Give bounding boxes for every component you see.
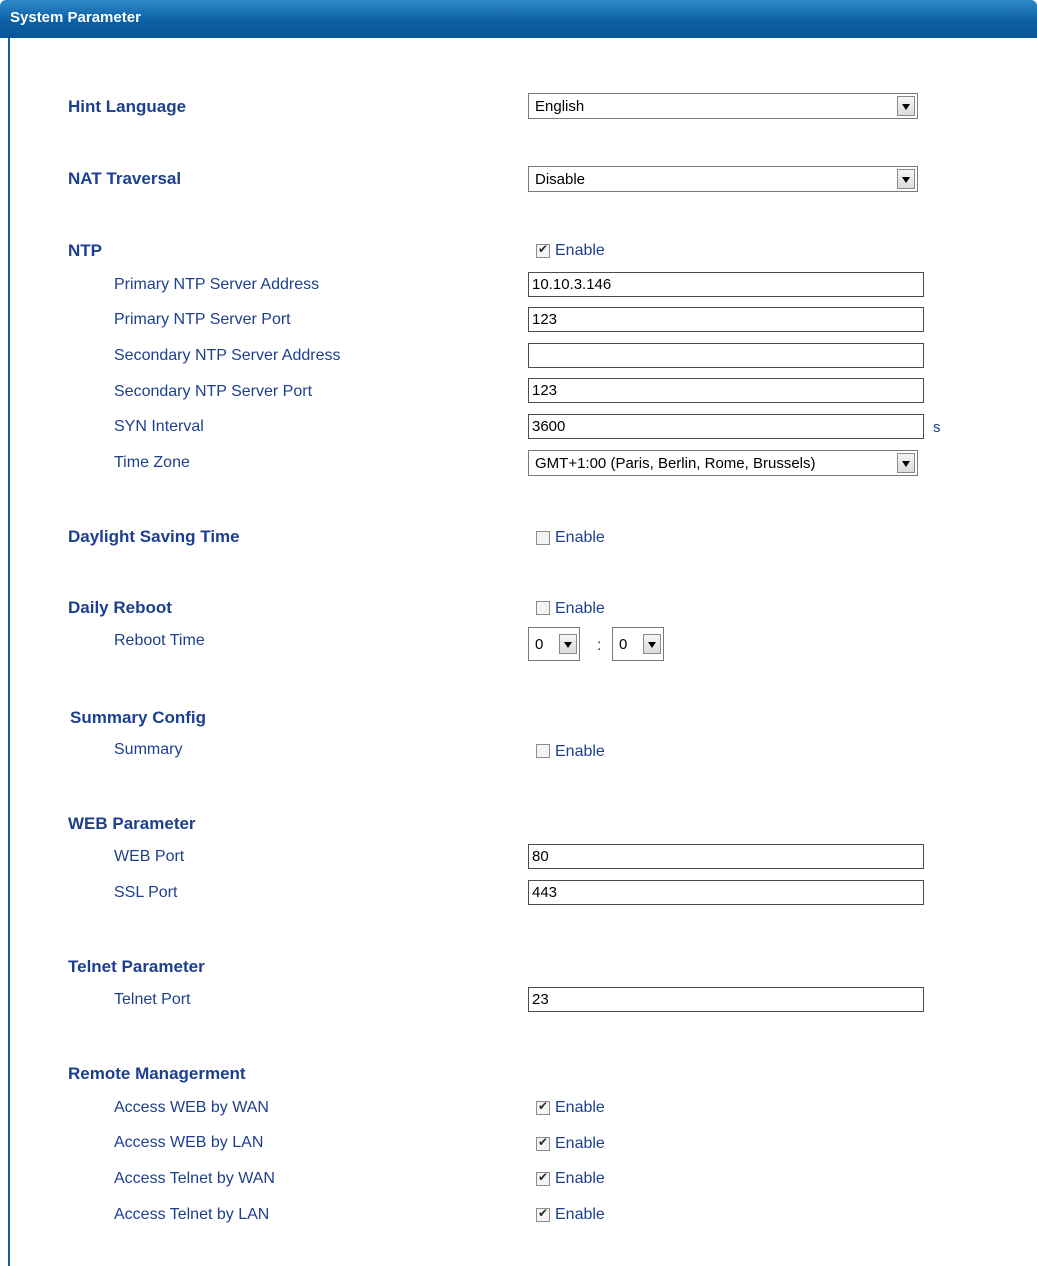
access-web-lan-enable-label: Enable (555, 1135, 605, 1152)
daily-reboot-enable-checkbox[interactable] (536, 601, 550, 615)
hint-language-value: English (535, 98, 585, 115)
summary-label: Summary (114, 741, 183, 758)
secondary-ntp-port-label: Secondary NTP Server Port (114, 383, 313, 400)
time-zone-label: Time Zone (114, 454, 190, 471)
access-web-lan-label: Access WEB by LAN (114, 1134, 264, 1151)
web-port-label: WEB Port (114, 848, 185, 865)
summary-config-label: Summary Config (70, 708, 207, 727)
reboot-minute-select[interactable]: 0 (612, 627, 664, 661)
primary-ntp-port-label: Primary NTP Server Port (114, 311, 291, 328)
primary-ntp-address-label: Primary NTP Server Address (114, 276, 320, 293)
ssl-port-label: SSL Port (114, 884, 178, 901)
system-parameter-panel: System Parameter Hint Language English N… (0, 0, 1037, 1266)
access-telnet-lan-checkbox[interactable] (536, 1206, 550, 1222)
ssl-port-input[interactable] (528, 880, 924, 905)
dst-label: Daylight Saving Time (68, 527, 240, 546)
telnet-port-input[interactable] (528, 987, 924, 1012)
ntp-enable-label: Enable (555, 242, 605, 259)
access-web-wan-enable-label: Enable (555, 1099, 605, 1116)
daily-reboot-label: Daily Reboot (68, 598, 172, 617)
web-port-input[interactable] (528, 844, 924, 869)
access-telnet-lan-enable-label: Enable (555, 1206, 605, 1223)
summary-enable-label: Enable (555, 743, 605, 760)
access-web-wan-label: Access WEB by WAN (114, 1099, 269, 1116)
syn-interval-input[interactable] (528, 414, 924, 439)
reboot-minute-value: 0 (619, 636, 628, 653)
web-parameter-label: WEB Parameter (68, 814, 196, 833)
secondary-ntp-address-label: Secondary NTP Server Address (114, 347, 341, 364)
chevron-down-icon[interactable] (897, 96, 915, 116)
ntp-enable-checkbox[interactable] (536, 242, 550, 258)
time-zone-select[interactable]: GMT+1:00 (Paris, Berlin, Rome, Brussels) (528, 450, 918, 476)
reboot-time-separator: : (597, 637, 602, 654)
daily-reboot-enable-label: Enable (555, 600, 605, 617)
nat-traversal-value: Disable (535, 171, 586, 188)
chevron-down-icon[interactable] (897, 169, 915, 189)
access-telnet-lan-label: Access Telnet by LAN (114, 1206, 270, 1223)
access-telnet-wan-label: Access Telnet by WAN (114, 1170, 275, 1187)
nat-traversal-select[interactable]: Disable (528, 166, 918, 192)
chevron-down-icon[interactable] (643, 634, 661, 654)
hint-language-label: Hint Language (68, 97, 187, 116)
remote-management-label: Remote Managerment (68, 1064, 246, 1083)
primary-ntp-address-input[interactable] (528, 272, 924, 297)
syn-interval-unit: s (933, 419, 941, 436)
nat-traversal-label: NAT Traversal (68, 169, 182, 188)
access-web-lan-checkbox[interactable] (536, 1135, 550, 1151)
dst-enable-label: Enable (555, 529, 605, 546)
time-zone-value: GMT+1:00 (Paris, Berlin, Rome, Brussels) (535, 455, 816, 472)
ntp-label: NTP (68, 241, 102, 260)
reboot-hour-select[interactable]: 0 (528, 627, 580, 661)
dst-enable-checkbox[interactable] (536, 531, 550, 545)
access-telnet-wan-checkbox[interactable] (536, 1170, 550, 1186)
summary-enable-checkbox[interactable] (536, 744, 550, 758)
primary-ntp-port-input[interactable] (528, 307, 924, 332)
telnet-parameter-label: Telnet Parameter (68, 957, 205, 976)
reboot-hour-value: 0 (535, 636, 544, 653)
chevron-down-icon[interactable] (897, 453, 915, 473)
chevron-down-icon[interactable] (559, 634, 577, 654)
secondary-ntp-address-input[interactable] (528, 343, 924, 368)
secondary-ntp-port-input[interactable] (528, 378, 924, 403)
access-telnet-wan-enable-label: Enable (555, 1170, 605, 1187)
telnet-port-label: Telnet Port (114, 991, 191, 1008)
reboot-time-label: Reboot Time (114, 632, 205, 649)
panel-header: System Parameter (0, 0, 1037, 38)
hint-language-select[interactable]: English (528, 93, 918, 119)
access-web-wan-checkbox[interactable] (536, 1099, 550, 1115)
panel-title: System Parameter (10, 9, 141, 26)
panel-border (8, 38, 10, 1266)
syn-interval-label: SYN Interval (114, 418, 204, 435)
